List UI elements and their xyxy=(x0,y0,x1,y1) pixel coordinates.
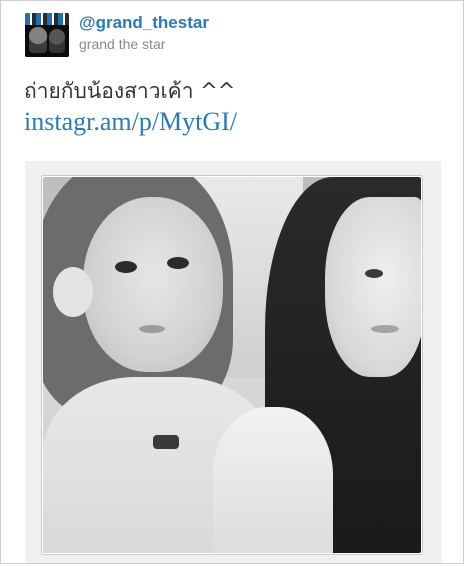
tweet-photo[interactable] xyxy=(43,177,421,553)
photo-bow xyxy=(153,435,179,449)
photo-hair-flower xyxy=(53,267,93,317)
photo-eye xyxy=(115,261,137,273)
photo-eye xyxy=(365,269,383,278)
avatar[interactable] xyxy=(25,13,69,57)
avatar-hair xyxy=(25,25,69,57)
photo-face-left xyxy=(83,197,223,372)
photo-sleeve xyxy=(213,407,333,553)
photo-mouth xyxy=(139,325,165,333)
photo-frame[interactable] xyxy=(41,175,423,555)
user-display-name: grand the star xyxy=(79,36,166,52)
photo-eye xyxy=(167,257,189,269)
tweet-card: @grand_thestar grand the star ถ่ายกับน้อ… xyxy=(0,0,464,564)
tweet-text: ถ่ายกับน้องสาวเค้า ^^ xyxy=(24,79,236,103)
photo-face-right xyxy=(325,197,421,377)
user-handle-link[interactable]: @grand_thestar xyxy=(79,13,209,33)
avatar-banner-strip xyxy=(25,13,69,25)
instagram-link[interactable]: instagr.am/p/MytGI/ xyxy=(24,107,237,137)
photo-mouth xyxy=(371,325,399,333)
media-container xyxy=(25,161,441,563)
